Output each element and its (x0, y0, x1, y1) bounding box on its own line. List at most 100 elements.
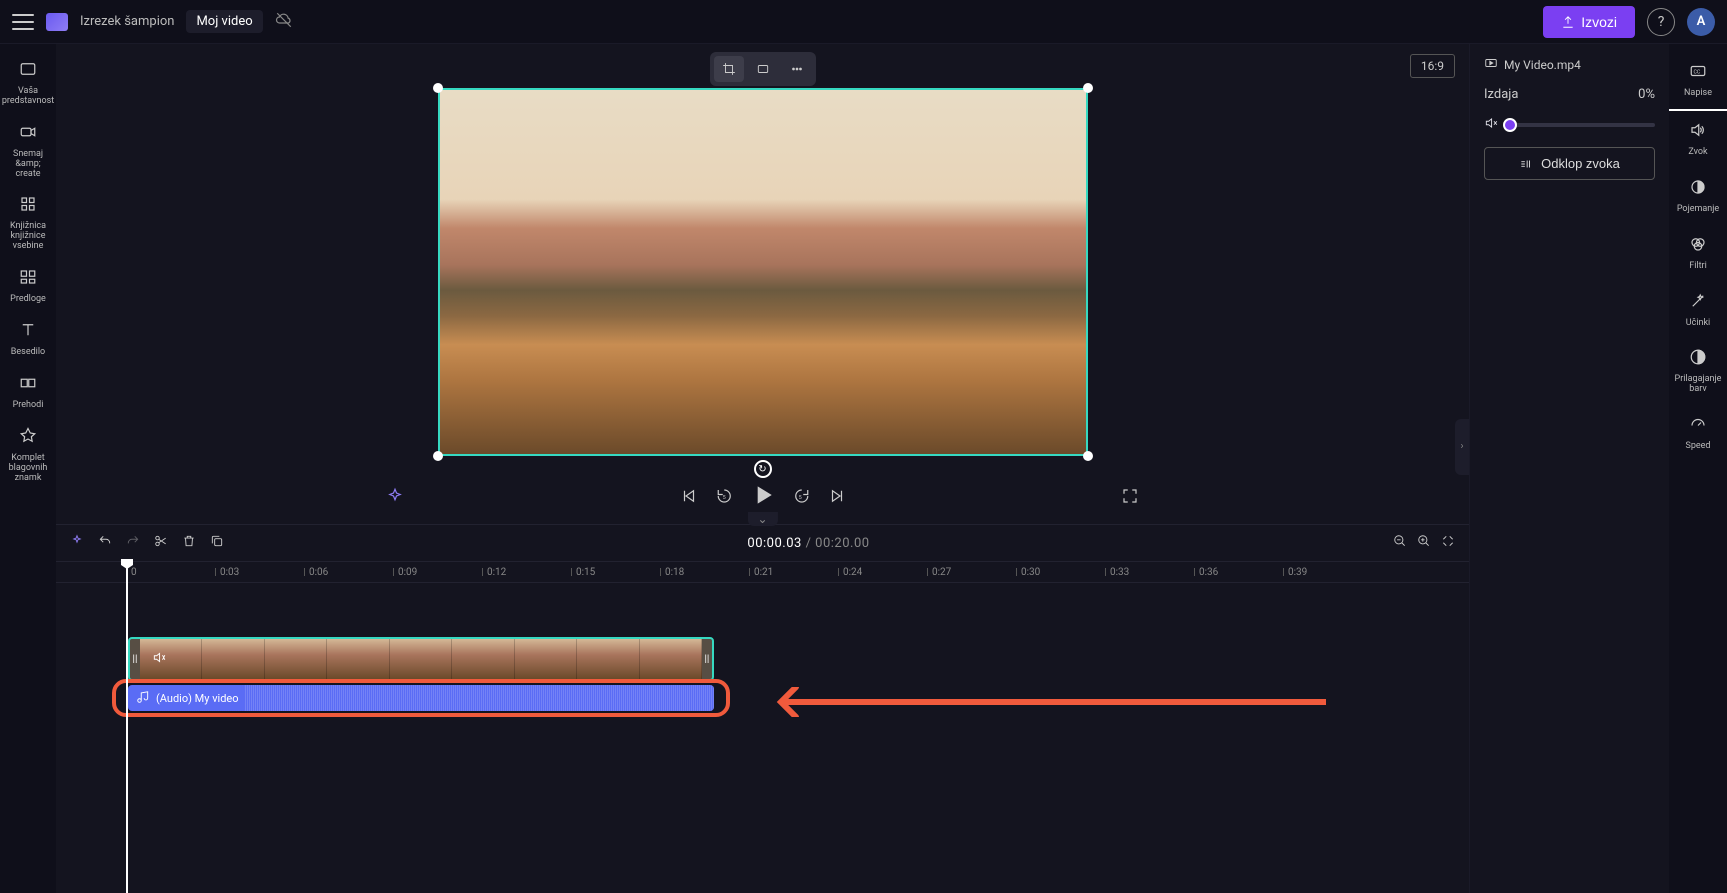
nav-your-media[interactable]: Vaša predstavnost (0, 52, 56, 115)
prev-frame-button[interactable] (680, 487, 698, 510)
ruler-tick: 0:12 (482, 562, 506, 582)
speedometer-icon (1689, 415, 1707, 438)
delete-button[interactable] (182, 534, 196, 552)
video-clip[interactable]: || || (128, 637, 714, 681)
audio-clip[interactable]: (Audio) My video (128, 685, 714, 711)
nav-label: Predloge (10, 295, 46, 305)
filters-icon (1689, 235, 1707, 258)
resize-handle-br[interactable] (1083, 451, 1093, 461)
clip-mute-icon[interactable] (152, 651, 166, 668)
collapse-preview-button[interactable]: ⌄ (747, 512, 777, 526)
ai-enhance-button[interactable] (386, 487, 404, 510)
playhead[interactable] (126, 561, 128, 893)
undo-button[interactable] (98, 534, 112, 552)
app-logo-icon (46, 13, 68, 31)
clip-trim-left[interactable]: || (130, 639, 140, 679)
split-button[interactable] (154, 534, 168, 552)
clip-trim-right[interactable]: || (702, 639, 712, 679)
timeline-toolbar: 00:00.03 / 00:20.00 (56, 525, 1469, 561)
redo-button[interactable] (126, 534, 140, 552)
ruler-tick: 0:30 (1016, 562, 1040, 582)
help-button[interactable]: ? (1647, 8, 1675, 36)
speaker-icon (1689, 121, 1707, 144)
speaker-mute-icon[interactable] (1484, 116, 1498, 133)
volume-slider[interactable] (1506, 123, 1655, 127)
tab-color-adjust[interactable]: Prilagajanje barv (1669, 338, 1727, 405)
ruler-tick: 0:03 (215, 562, 239, 582)
aspect-ratio-selector[interactable]: 16:9 (1410, 54, 1455, 78)
tab-label: Filtri (1689, 262, 1707, 272)
nav-label: Vaša predstavnost (2, 87, 54, 107)
tab-fade[interactable]: Pojemanje (1669, 168, 1727, 225)
zoom-fit-button[interactable] (1441, 534, 1455, 552)
volume-slider-thumb[interactable] (1503, 118, 1517, 132)
user-avatar[interactable]: A (1687, 8, 1715, 36)
sync-off-icon[interactable] (275, 11, 293, 33)
nav-record-create[interactable]: Snemaj &amp; create (0, 115, 56, 188)
magic-wand-icon (1689, 292, 1707, 315)
duplicate-button[interactable] (210, 534, 224, 552)
avatar-initial: A (1697, 14, 1706, 29)
tab-captions[interactable]: CC Napise (1669, 52, 1727, 111)
project-title-text: Moj video (196, 14, 252, 29)
timeline-tracks[interactable]: || || (Audio) My video (56, 583, 1469, 893)
total-duration: 00:20.00 (815, 536, 869, 551)
volume-row: Izdaja 0% (1484, 87, 1655, 102)
next-frame-button[interactable] (828, 487, 846, 510)
skip-forward-button[interactable]: 5 (792, 487, 810, 510)
export-button[interactable]: Izvozi (1543, 6, 1635, 38)
tab-filters[interactable]: Filtri (1669, 225, 1727, 282)
nav-content-library[interactable]: Knjižnica knjižnice vsebine (0, 187, 56, 260)
volume-value: 0% (1638, 87, 1655, 102)
aspect-ratio-value: 16:9 (1421, 59, 1444, 73)
play-button[interactable] (752, 484, 774, 512)
preview-image (438, 88, 1088, 456)
nav-transitions[interactable]: Prehodi (0, 366, 56, 419)
preview-stage: 16:9 ↻ 5 (56, 44, 1469, 524)
nav-brand-kit[interactable]: Komplet blagovnih znamk (0, 419, 56, 492)
transitions-icon (19, 374, 37, 397)
more-tool[interactable] (782, 56, 812, 82)
ruler-tick: 0:39 (1283, 562, 1307, 582)
menu-button[interactable] (12, 14, 34, 30)
nav-templates[interactable]: Predloge (0, 260, 56, 313)
ruler-tick: 0:18 (660, 562, 684, 582)
zoom-in-button[interactable] (1417, 534, 1431, 552)
crop-tool[interactable] (714, 56, 744, 82)
fullscreen-button[interactable] (1121, 487, 1139, 509)
preview-frame[interactable]: ↻ (438, 88, 1088, 456)
tab-audio[interactable]: Zvok (1669, 111, 1727, 168)
magic-tool[interactable] (70, 534, 84, 552)
ruler-tick: 0:15 (571, 562, 595, 582)
resize-handle-tl[interactable] (433, 83, 443, 93)
timeline-ruler[interactable]: 00:030:060:090:120:150:180:210:240:270:3… (56, 561, 1469, 583)
ruler-tick: 0:06 (304, 562, 328, 582)
volume-label: Izdaja (1484, 87, 1518, 102)
tab-speed[interactable]: Speed (1669, 405, 1727, 462)
fit-tool[interactable] (748, 56, 778, 82)
skip-back-button[interactable]: 5 (716, 487, 734, 510)
ruler-tick: 0:24 (838, 562, 862, 582)
tab-label: Speed (1685, 442, 1710, 452)
zoom-out-button[interactable] (1393, 534, 1407, 552)
resize-handle-bl[interactable] (433, 451, 443, 461)
tab-label: Pojemanje (1677, 205, 1719, 215)
resize-handle-tr[interactable] (1083, 83, 1093, 93)
captions-icon: CC (1689, 62, 1707, 85)
tab-label: Učinki (1686, 319, 1710, 329)
rotate-handle[interactable]: ↻ (754, 460, 772, 478)
timeline: 00:00.03 / 00:20.00 00:030:060:090:120:1… (56, 524, 1469, 893)
expand-right-panel[interactable]: › (1455, 419, 1469, 475)
tab-effects[interactable]: Učinki (1669, 282, 1727, 339)
project-title-field[interactable]: Moj video (186, 10, 262, 33)
ruler-tick: 0:09 (393, 562, 417, 582)
nav-text[interactable]: Besedilo (0, 313, 56, 366)
svg-text:5: 5 (798, 495, 801, 501)
svg-text:5: 5 (722, 495, 725, 501)
music-note-icon (136, 690, 150, 707)
nav-label: Knjižnica knjižnice vsebine (2, 222, 54, 252)
detach-audio-button[interactable]: Odklop zvoka (1484, 147, 1655, 180)
tab-label: Napise (1684, 89, 1712, 99)
current-time: 00:00.03 (747, 536, 801, 551)
video-file-icon (1484, 56, 1498, 73)
